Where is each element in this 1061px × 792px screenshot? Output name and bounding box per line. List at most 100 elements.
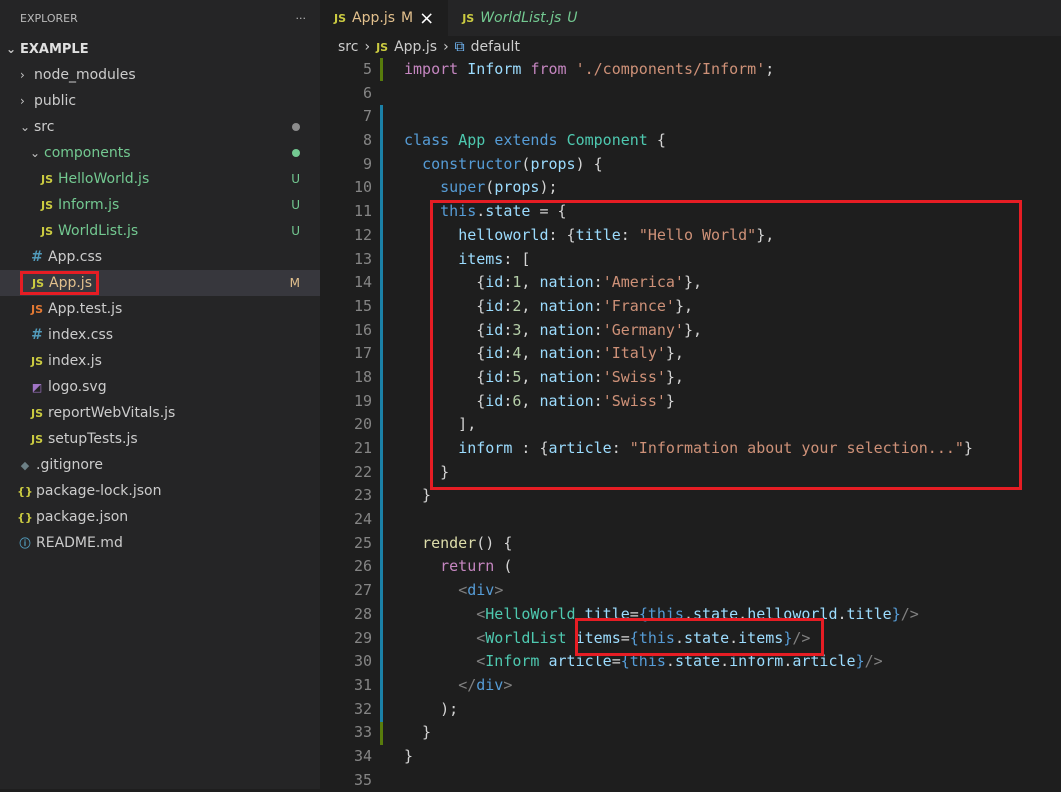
tree-item-inform[interactable]: JS Inform.js U: [0, 192, 320, 218]
line-number: 18: [353, 367, 372, 386]
line-number: 17: [353, 344, 372, 363]
highlight-box: [430, 200, 1022, 490]
chevron-right-icon: ›: [364, 39, 371, 55]
line-number: 31: [353, 675, 372, 694]
js-file-icon: JS: [376, 40, 389, 54]
line-number: 22: [353, 462, 372, 481]
tree-item-gitignore[interactable]: ◆ .gitignore: [0, 452, 320, 478]
tree-item-label: public: [34, 93, 77, 109]
tree-item-label: package-lock.json: [36, 483, 162, 499]
status-badge: U: [291, 224, 300, 238]
tree-item-label: setupTests.js: [48, 431, 138, 447]
tree-item-helloworld[interactable]: JS HelloWorld.js U: [0, 166, 320, 192]
tree-item-label: App.js: [49, 275, 92, 291]
explorer-sidebar: EXPLORER ··· ⌄ EXAMPLE › node_modules › …: [0, 0, 320, 789]
tree-item-public[interactable]: › public: [0, 88, 320, 114]
tree-item-label: src: [34, 119, 55, 135]
breadcrumb-item[interactable]: default: [471, 39, 520, 55]
tree-item-app-js[interactable]: JS App.js M: [0, 270, 320, 296]
tree-item-setuptests[interactable]: JS setupTests.js: [0, 426, 320, 452]
tab-worldlist-js[interactable]: JS WorldList.js U: [448, 0, 591, 36]
tree-item-logo-svg[interactable]: ◩ logo.svg: [0, 374, 320, 400]
code-line: 24: [320, 508, 1061, 532]
tree-item-components[interactable]: ⌄ components: [0, 140, 320, 166]
line-number: 28: [353, 604, 372, 623]
line-number: 27: [353, 581, 372, 600]
js-file-icon: JS: [30, 432, 43, 446]
line-number: 19: [353, 391, 372, 410]
js-file-icon: JS: [31, 276, 44, 290]
line-number: 10: [353, 178, 372, 197]
tab-app-js[interactable]: JS App.js M ×: [320, 0, 449, 36]
test-file-icon: JS: [30, 302, 43, 316]
more-actions-icon[interactable]: ···: [296, 12, 307, 25]
chevron-right-icon: ›: [20, 94, 25, 108]
code-line: 31 </div>: [320, 674, 1061, 698]
tree-item-label: .gitignore: [36, 457, 103, 473]
css-file-icon: #: [31, 249, 43, 265]
highlight-box: JS App.js: [20, 271, 99, 295]
line-number: 5: [362, 60, 372, 78]
symbol-icon: ⧉: [454, 39, 465, 55]
line-number: 11: [353, 202, 372, 221]
code-line: 35: [320, 769, 1061, 792]
line-number: 24: [353, 510, 372, 529]
json-file-icon: {}: [17, 484, 33, 498]
editor-area: JS App.js M × JS WorldList.js U src › JS…: [320, 0, 1061, 789]
tab-label: App.js: [352, 10, 395, 26]
tree-item-label: README.md: [36, 535, 123, 551]
highlight-box: [575, 618, 824, 656]
line-number: 14: [353, 273, 372, 292]
line-number: 16: [353, 320, 372, 339]
tree-item-index-css[interactable]: # index.css: [0, 322, 320, 348]
tree-item-label: App.test.js: [48, 301, 123, 317]
line-number: 32: [353, 699, 372, 718]
chevron-down-icon: ⌄: [20, 120, 31, 134]
explorer-title: EXPLORER: [20, 11, 78, 25]
css-file-icon: #: [31, 327, 43, 343]
line-number: 25: [353, 533, 372, 552]
status-badge: M: [401, 10, 414, 26]
tree-item-node-modules[interactable]: › node_modules: [0, 62, 320, 88]
line-number: 33: [353, 723, 372, 742]
line-number: 21: [353, 439, 372, 457]
js-file-icon: JS: [40, 198, 53, 212]
js-file-icon: JS: [30, 354, 43, 368]
code-line: 32 );: [320, 698, 1061, 722]
js-file-icon: JS: [40, 172, 53, 186]
code-line: 27 <div>: [320, 579, 1061, 603]
workspace-folder[interactable]: ⌄ EXAMPLE: [0, 36, 320, 62]
tree-item-app-test[interactable]: JS App.test.js: [0, 296, 320, 322]
code-line: 5 import Inform from './components/Inform…: [320, 58, 1061, 82]
tree-item-label: index.css: [48, 327, 114, 343]
code-line: 8 class App extends Component {: [320, 129, 1061, 153]
tree-item-label: package.json: [36, 509, 129, 525]
code-line: 26 return (: [320, 555, 1061, 579]
tree-item-package-json[interactable]: {} package.json: [0, 504, 320, 530]
tree-item-readme[interactable]: ⓘ README.md: [0, 530, 320, 556]
code-editor[interactable]: 5 import Inform from './components/Inform…: [320, 58, 1061, 792]
js-file-icon: JS: [30, 406, 43, 420]
close-icon[interactable]: ×: [419, 8, 434, 29]
tree-item-app-css[interactable]: # App.css: [0, 244, 320, 270]
tree-item-src[interactable]: ⌄ src: [0, 114, 320, 140]
line-number: 35: [353, 770, 372, 789]
chevron-right-icon: ›: [443, 39, 449, 55]
tree-item-index-js[interactable]: JS index.js: [0, 348, 320, 374]
tree-item-reportwebvitals[interactable]: JS reportWebVitals.js: [0, 400, 320, 426]
line-number: 23: [353, 486, 372, 505]
tree-item-worldlist[interactable]: JS WorldList.js U: [0, 218, 320, 244]
tree-item-package-lock[interactable]: {} package-lock.json: [0, 478, 320, 504]
line-number: 29: [353, 628, 372, 647]
untracked-dot-icon: [292, 149, 300, 157]
breadcrumb-item[interactable]: App.js: [394, 39, 437, 55]
status-badge: U: [567, 10, 578, 26]
code-line: 25 render() {: [320, 532, 1061, 556]
code-line: 6: [320, 82, 1061, 106]
svg-file-icon: ◩: [31, 380, 43, 394]
line-number: 12: [353, 225, 372, 244]
breadcrumb-item[interactable]: src: [338, 39, 358, 55]
line-number: 6: [362, 83, 372, 102]
line-number: 30: [353, 652, 372, 671]
tree-item-label: App.css: [48, 249, 103, 265]
